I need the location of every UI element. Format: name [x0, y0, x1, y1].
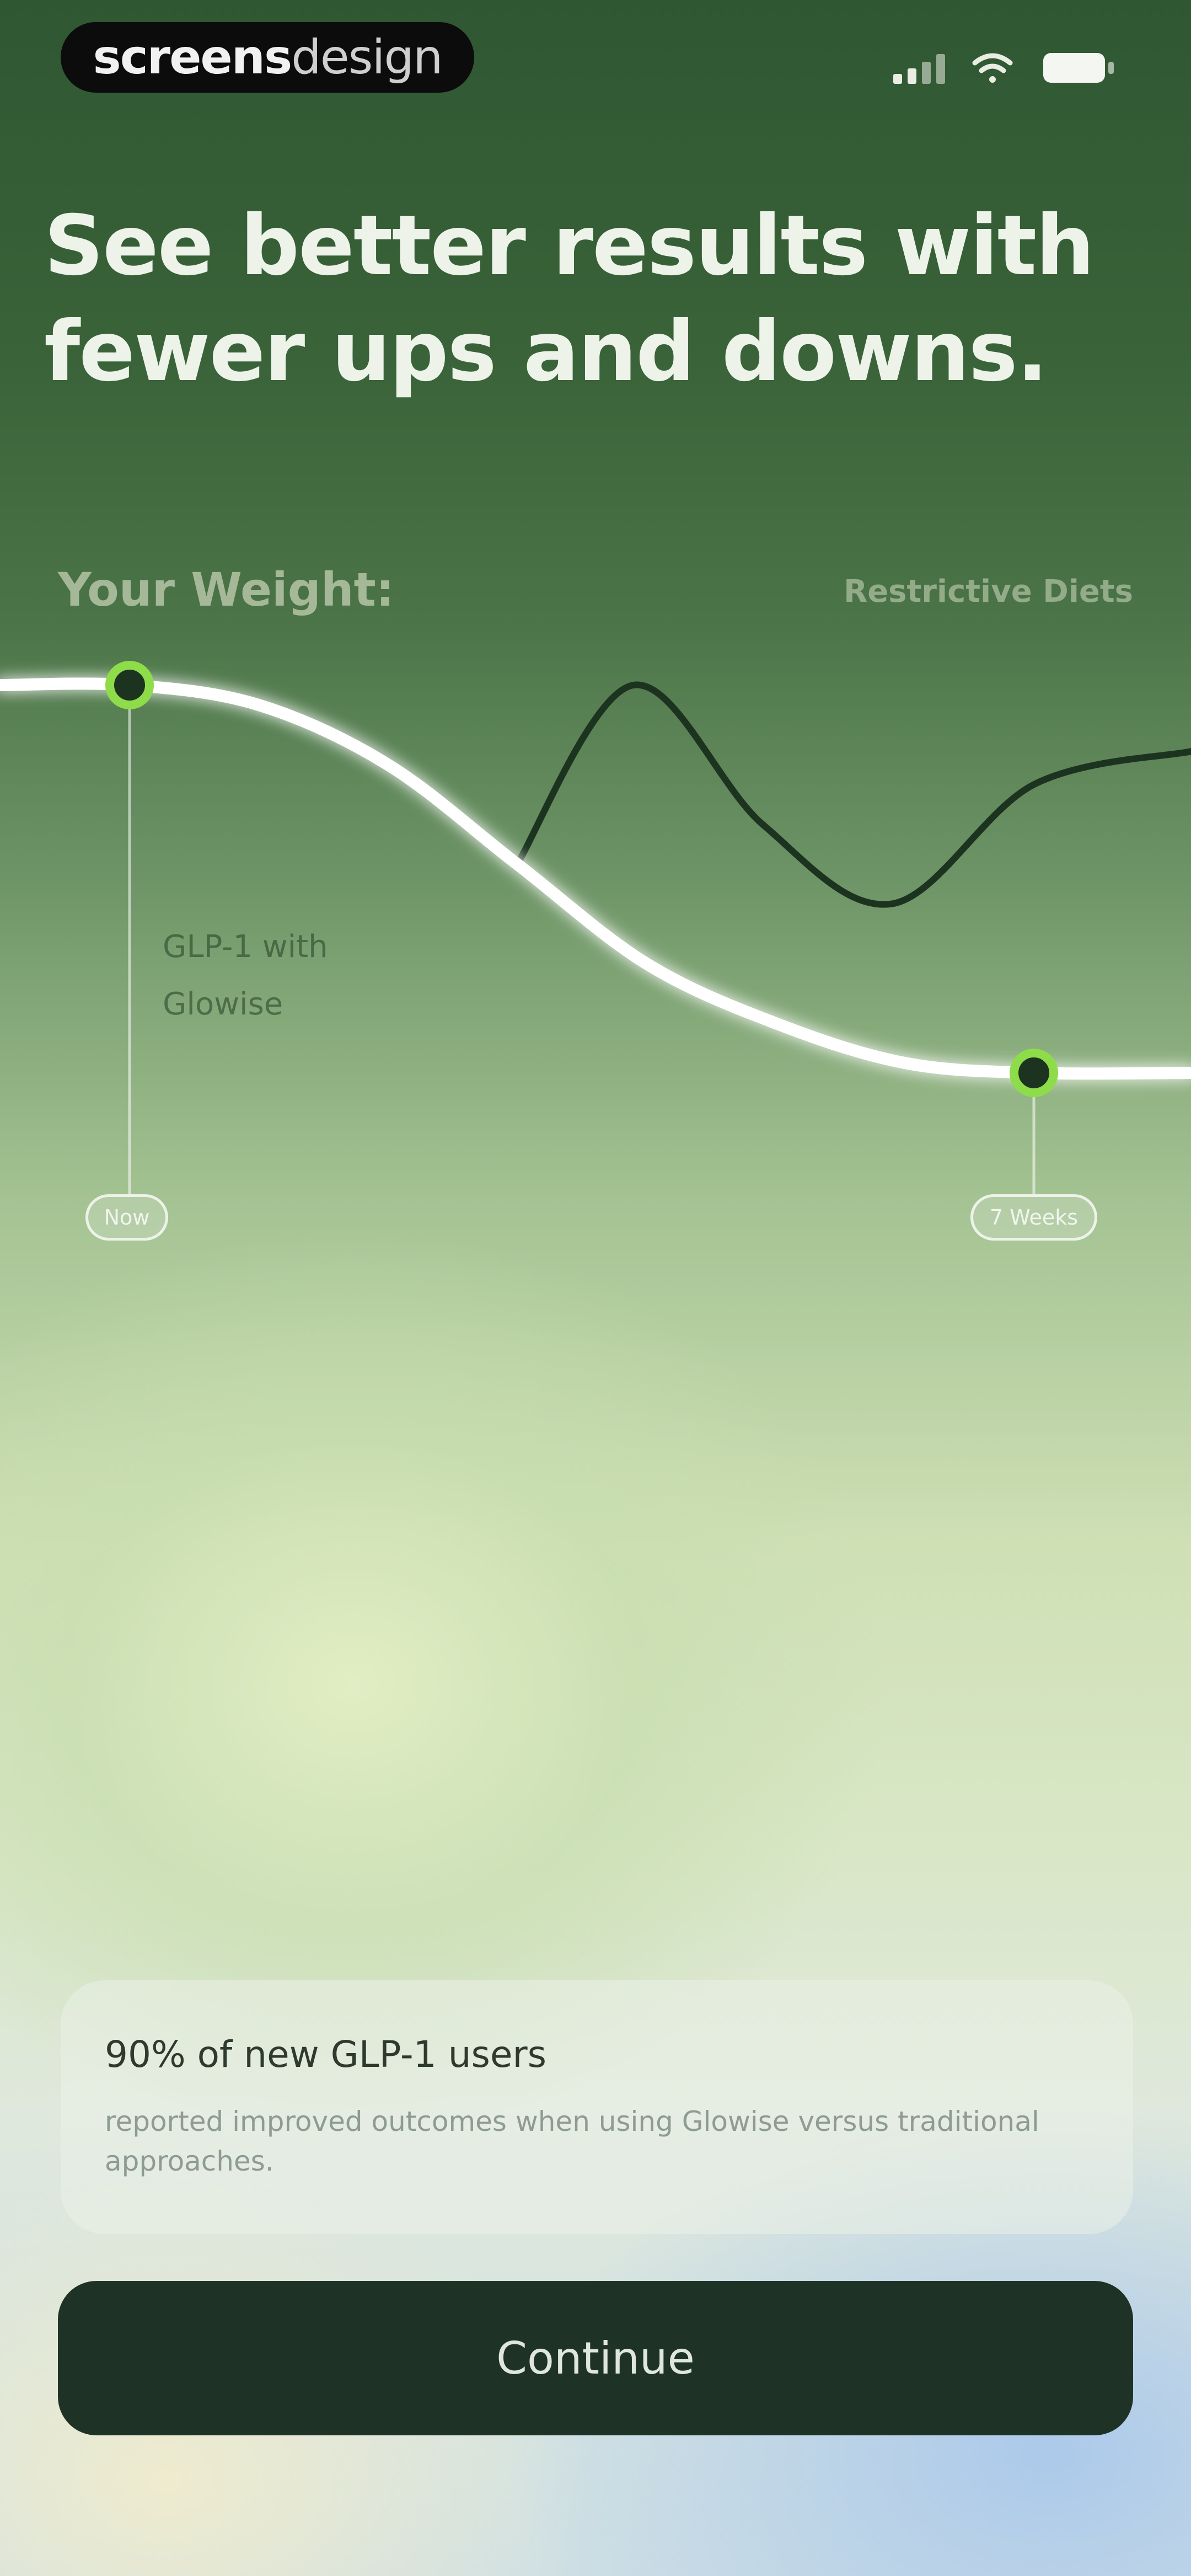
- data-point-end: [1010, 1049, 1058, 1097]
- data-point-start: [105, 661, 154, 709]
- x-tick-label-end: 7 Weeks: [970, 1194, 1097, 1241]
- series-line-restrictive-diets: [513, 681, 1191, 908]
- brand-word-light: design: [291, 30, 443, 85]
- continue-button[interactable]: Continue: [58, 2281, 1133, 2435]
- x-tick-label-start: Now: [85, 1194, 168, 1241]
- weight-chart: [0, 661, 1191, 1194]
- brand-logo: screens design: [61, 22, 474, 93]
- series-label-glowise: GLP-1 with Glowise: [163, 929, 328, 1022]
- battery-icon: [1043, 53, 1114, 83]
- stat-card: 90% of new GLP-1 users reported improved…: [61, 1980, 1133, 2234]
- onboarding-screen: screens design See better results with fe…: [0, 0, 1191, 2576]
- status-icons: [893, 53, 1114, 84]
- stat-headline: 90% of new GLP-1 users: [105, 2033, 547, 2076]
- page-title: See better results with fewer ups and do…: [44, 198, 1095, 400]
- wifi-icon: [972, 53, 1013, 83]
- brand-word-bold: screens: [93, 30, 293, 85]
- signal-icon: [893, 54, 945, 84]
- stat-body: reported improved outcomes when using Gl…: [105, 2105, 1039, 2177]
